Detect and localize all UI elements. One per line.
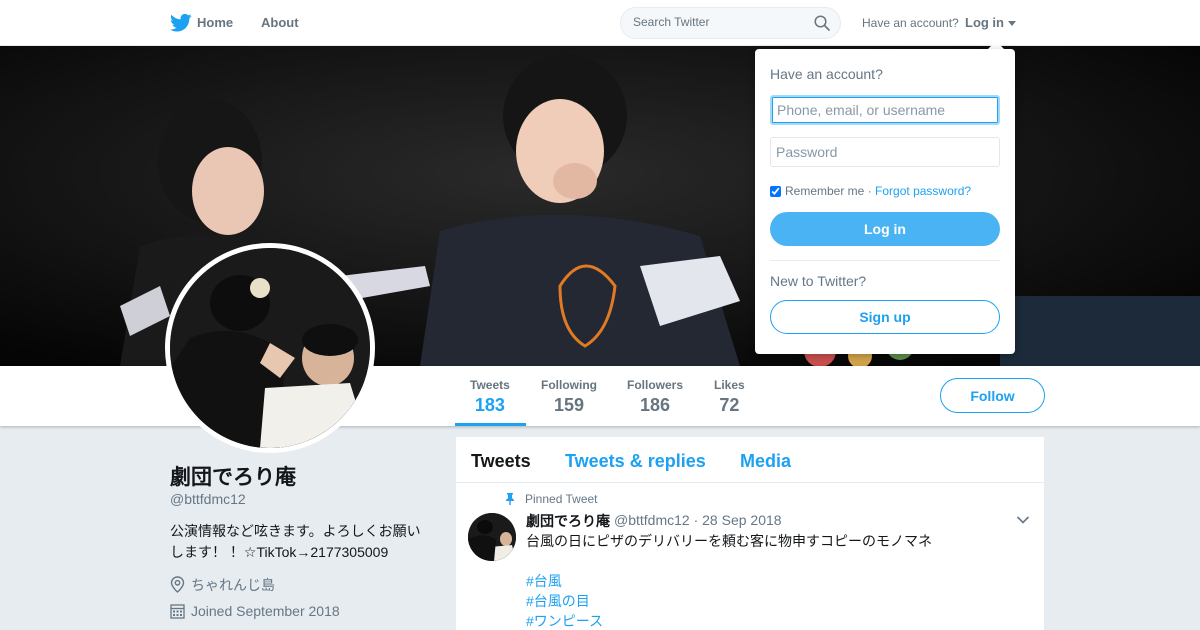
username-field[interactable] — [770, 95, 1000, 125]
remember-me-label[interactable]: Remember me — [785, 184, 864, 198]
profile-location: ちゃれんじ島 — [170, 575, 275, 595]
stat-followers-value: 186 — [639, 395, 671, 415]
tweet-date[interactable]: 28 Sep 2018 — [702, 512, 781, 528]
nav-home-link[interactable]: Home — [197, 15, 233, 30]
stat-followers-label: Followers — [627, 378, 684, 392]
tweet-avatar-photo — [468, 513, 516, 561]
search-input[interactable] — [633, 15, 803, 29]
timeline: Tweets Tweets & replies Media Pinned Twe… — [456, 437, 1044, 630]
pinned-tweet-label: Pinned Tweet — [525, 492, 598, 506]
remember-me: Remember me · Forgot password? — [770, 184, 971, 198]
remember-separator: · — [867, 184, 872, 198]
pin-icon — [506, 493, 514, 505]
tab-media[interactable]: Media — [740, 451, 791, 472]
location-pin-icon — [170, 576, 185, 593]
timeline-tabs: Tweets Tweets & replies Media — [456, 437, 1044, 483]
profile-display-name[interactable]: 劇団でろり庵 — [170, 461, 296, 491]
tweet-hashtag[interactable]: #台風 — [526, 571, 562, 591]
dropdown-title: Have an account? — [770, 66, 883, 82]
login-dropdown-toggle[interactable]: Log in — [965, 15, 1004, 30]
nav-about-link[interactable]: About — [261, 15, 299, 30]
new-to-twitter-label: New to Twitter? — [770, 273, 867, 289]
caret-down-icon[interactable] — [1008, 21, 1016, 26]
profile-location-text: ちゃれんじ島 — [191, 577, 275, 593]
profile-joined: Joined September 2018 — [170, 603, 340, 619]
dropdown-divider — [770, 260, 1000, 261]
stat-following[interactable]: Following 159 — [541, 378, 597, 416]
tweet-hashtag[interactable]: #台風の目 — [526, 591, 590, 611]
stat-likes-label: Likes — [714, 378, 745, 392]
login-dropdown: Have an account? Remember me · Forgot pa… — [755, 49, 1015, 354]
profile-joined-text: Joined September 2018 — [191, 603, 340, 619]
tweet-meta: @bttfdmc12 · 28 Sep 2018 — [614, 512, 782, 528]
tweet-author-handle[interactable]: @bttfdmc12 — [614, 512, 690, 528]
stat-following-value: 159 — [553, 395, 585, 415]
calendar-icon — [170, 604, 185, 619]
have-account-label: Have an account? — [862, 16, 959, 30]
chevron-down-icon[interactable] — [1016, 515, 1030, 525]
twitter-bird-icon[interactable] — [170, 13, 192, 33]
profile-bio: 公演情報など呟きます。よろしくお願いします！ ！☆TikTok→21773050… — [170, 523, 421, 560]
follow-button[interactable]: Follow — [940, 378, 1045, 413]
tweet-hashtag[interactable]: #ワンピース — [526, 611, 603, 630]
stat-tweets-value: 183 — [474, 395, 505, 415]
tweet-text: 台風の日にピザのデリバリーを頼む客に物申すコピーのモノマネ — [526, 533, 932, 549]
tweet-author-avatar[interactable] — [468, 513, 516, 561]
top-nav: Home About Have an account? Log in — [0, 0, 1200, 46]
tab-tweets[interactable]: Tweets — [471, 451, 531, 472]
signup-button[interactable]: Sign up — [770, 300, 1000, 334]
stat-likes-value: 72 — [719, 395, 740, 415]
stat-likes[interactable]: Likes 72 — [714, 378, 745, 416]
stat-tweets-label: Tweets — [470, 378, 510, 392]
stat-followers[interactable]: Followers 186 — [627, 378, 683, 416]
login-button[interactable]: Log in — [770, 212, 1000, 246]
stat-tweets[interactable]: Tweets 183 — [470, 378, 510, 416]
stat-following-label: Following — [541, 378, 597, 392]
search-icon[interactable] — [814, 15, 830, 31]
forgot-password-link[interactable]: Forgot password? — [875, 184, 971, 198]
tab-tweets-replies[interactable]: Tweets & replies — [565, 451, 706, 472]
active-stat-underline — [455, 423, 526, 426]
avatar-photo — [170, 248, 370, 448]
profile-handle[interactable]: @bttfdmc12 — [170, 491, 246, 507]
remember-me-checkbox[interactable] — [770, 186, 781, 197]
tweet-author-name[interactable]: 劇団でろり庵 — [526, 511, 610, 531]
search-box[interactable] — [620, 7, 841, 39]
password-field[interactable] — [770, 137, 1000, 167]
tweet-meta-separator: · — [693, 512, 699, 528]
profile-avatar[interactable] — [165, 243, 375, 453]
